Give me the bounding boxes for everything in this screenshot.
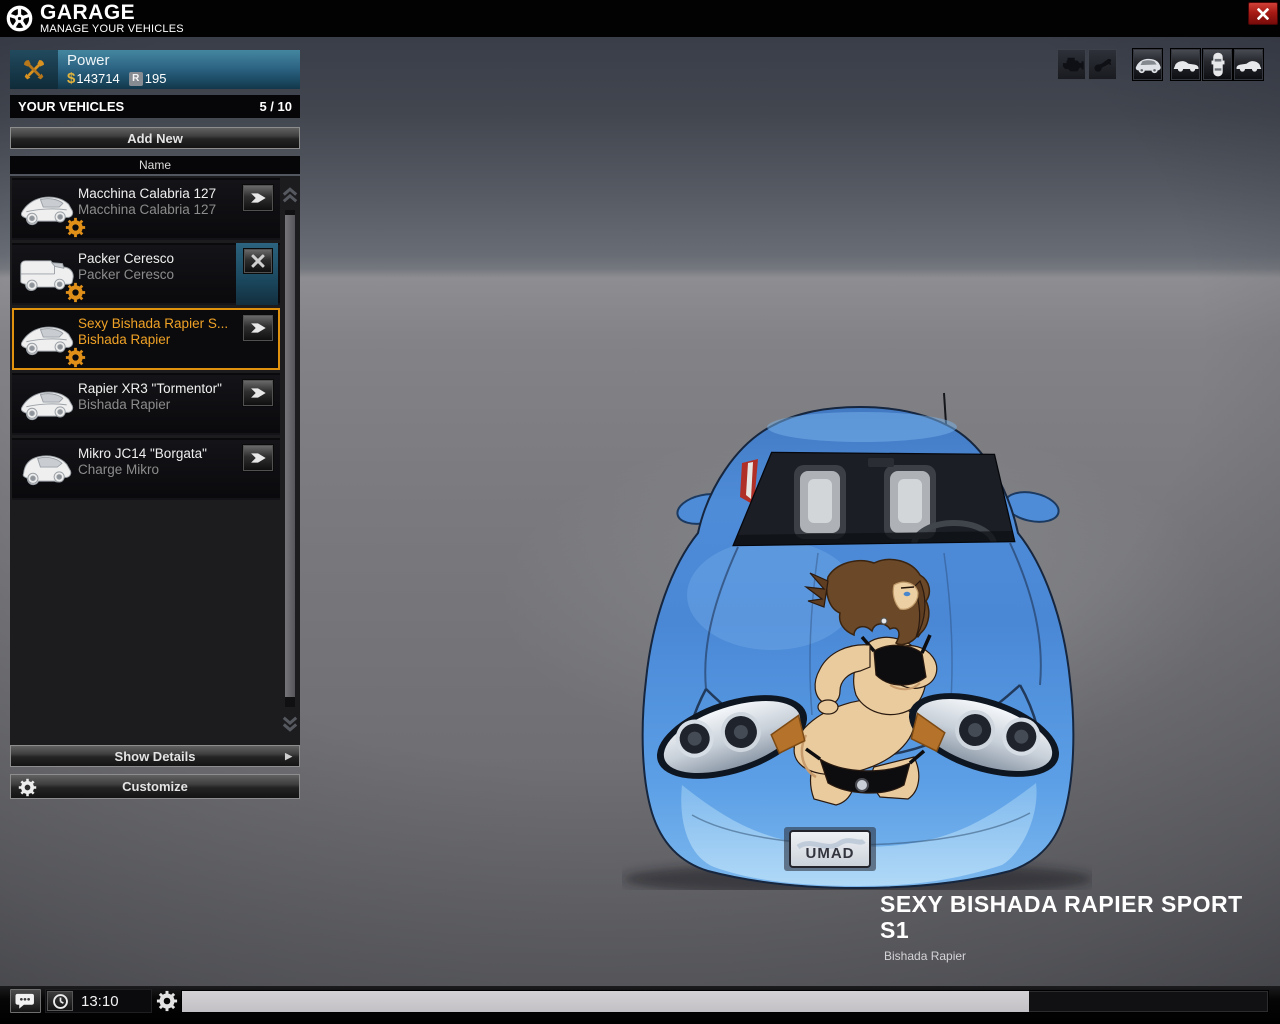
page-subtitle: MANAGE YOUR VEHICLES [40,23,184,35]
arrow-right-icon [246,318,270,338]
chat-button[interactable] [10,989,41,1013]
title-bar: GARAGE MANAGE YOUR VEHICLES [0,0,1280,37]
bottom-progress-bar [181,990,1269,1013]
time-display: 13:10 [81,992,119,1010]
arrow-right-icon [246,383,270,403]
cash-amount: 143714 [76,71,120,86]
clock-widget: 13:10 [45,989,152,1013]
garage-screen: UMAD GARAGE MANAGE YOUR VEHICLES Power $… [0,0,1280,1024]
list-scrollbar [280,176,300,745]
vehicle-title: Rapier XR3 "Tormentor" [78,381,222,396]
vehicle-model: Packer Ceresco [78,267,175,282]
wallet-header: Power $ 143714 R 195 [10,50,300,89]
scroll-down-button[interactable] [280,711,300,737]
selected-vehicle-model: Bishada Rapier [884,949,967,963]
vehicle-model: Bishada Rapier [78,397,171,412]
rating-value: 195 [144,71,167,86]
close-button[interactable] [1248,2,1278,25]
svg-text:UMAD: UMAD [806,845,855,862]
selected-vehicle-title: SEXY BISHADA RAPIER SPORT S1 [880,891,1243,943]
vehicle-model: Charge Mikro [78,462,160,477]
gear-icon [65,347,86,368]
add-new-button[interactable]: Add New [10,127,300,149]
your-vehicles-label: YOUR VEHICLES [18,99,125,114]
close-icon [248,251,268,271]
chat-bubble-icon [15,992,37,1011]
vehicle-row-macchina-calabria[interactable]: Macchina Calabria 127 Macchina Calabria … [12,178,280,240]
vehicle-thumbnail [17,447,77,489]
vehicle-list: Macchina Calabria 127 Macchina Calabria … [10,176,300,745]
vehicle-row-mikro-jc14[interactable]: Mikro JC14 "Borgata" Charge Mikro [12,438,280,500]
wallet-icon-cell [10,50,58,89]
vehicles-panel: Power $ 143714 R 195 YOUR VEHICLES 5 / 1… [10,50,300,799]
vehicle-row-rapier-xr3[interactable]: Rapier XR3 "Tormentor" Bishada Rapier [12,373,280,435]
clock-icon [52,993,69,1010]
settings-gear-icon[interactable] [156,990,178,1012]
select-vehicle-button[interactable] [242,184,274,212]
camera-view-side-alt-button[interactable] [1233,48,1264,81]
vehicle-title: Packer Ceresco [78,251,175,266]
close-icon [1254,5,1272,23]
select-vehicle-button[interactable] [242,379,274,407]
vehicle-3d-view[interactable]: UMAD [622,385,1092,890]
cash-icon: $ [67,70,76,87]
chevrons-up-icon [281,187,299,203]
vehicle-count: 5 / 10 [259,99,292,114]
camera-view-top-button[interactable] [1202,48,1233,81]
vehicle-title: Mikro JC14 "Borgata" [78,446,207,461]
license-plate: UMAD [784,827,876,871]
camera-view-3d-button[interactable] [1132,48,1163,81]
status-bar: 13:10 [0,986,1280,1024]
view-3d-icon [1134,54,1162,75]
vehicle-title: Macchina Calabria 127 [78,186,217,201]
horn-button[interactable] [1088,49,1117,80]
column-header-name[interactable]: Name [10,156,300,174]
gear-icon [18,778,37,797]
gear-icon [65,282,86,303]
clock-tile [47,991,73,1011]
engine-icon [1060,55,1084,75]
show-details-button[interactable]: Show Details ▶ [10,745,300,767]
rating-icon: R [128,71,143,86]
remove-vehicle-button[interactable] [243,248,273,274]
view-side-icon [1173,57,1199,73]
horn-icon [1092,56,1114,74]
page-title: GARAGE [40,1,136,24]
view-top-icon [1211,51,1225,78]
car-illustration: UMAD [622,392,1092,890]
expand-arrow-icon: ▶ [285,751,292,761]
view-side-alt-icon [1236,57,1262,73]
scrollbar-thumb[interactable] [285,214,295,698]
delete-column-highlight [236,243,278,305]
camera-view-side-button[interactable] [1170,48,1201,81]
progress-fill [182,991,1030,1012]
vehicle-title: Sexy Bishada Rapier S... [78,316,229,331]
select-vehicle-button[interactable] [242,314,274,342]
garage-wheel-icon [6,5,33,32]
arrow-right-icon [246,188,270,208]
chevrons-down-icon [281,716,299,732]
vehicle-thumbnail [17,382,77,424]
your-vehicles-header: YOUR VEHICLES 5 / 10 [10,95,300,118]
customize-button[interactable]: Customize [10,774,300,799]
scroll-up-button[interactable] [280,182,300,208]
select-vehicle-button[interactable] [242,444,274,472]
gear-icon [65,217,86,238]
scrollbar-track[interactable] [285,210,295,707]
vehicle-row-packer-ceresco[interactable]: Packer Ceresco Packer Ceresco [12,243,280,305]
vehicle-model: Macchina Calabria 127 [78,202,217,217]
vehicle-row-sexy-bishada-rapier[interactable]: Sexy Bishada Rapier S... Bishada Rapier [12,308,280,370]
vehicle-model: Bishada Rapier [78,332,171,347]
crossed-wrenches-icon [21,57,47,83]
engine-button[interactable] [1057,49,1086,80]
character-name: Power [67,52,110,69]
arrow-right-icon [246,448,270,468]
